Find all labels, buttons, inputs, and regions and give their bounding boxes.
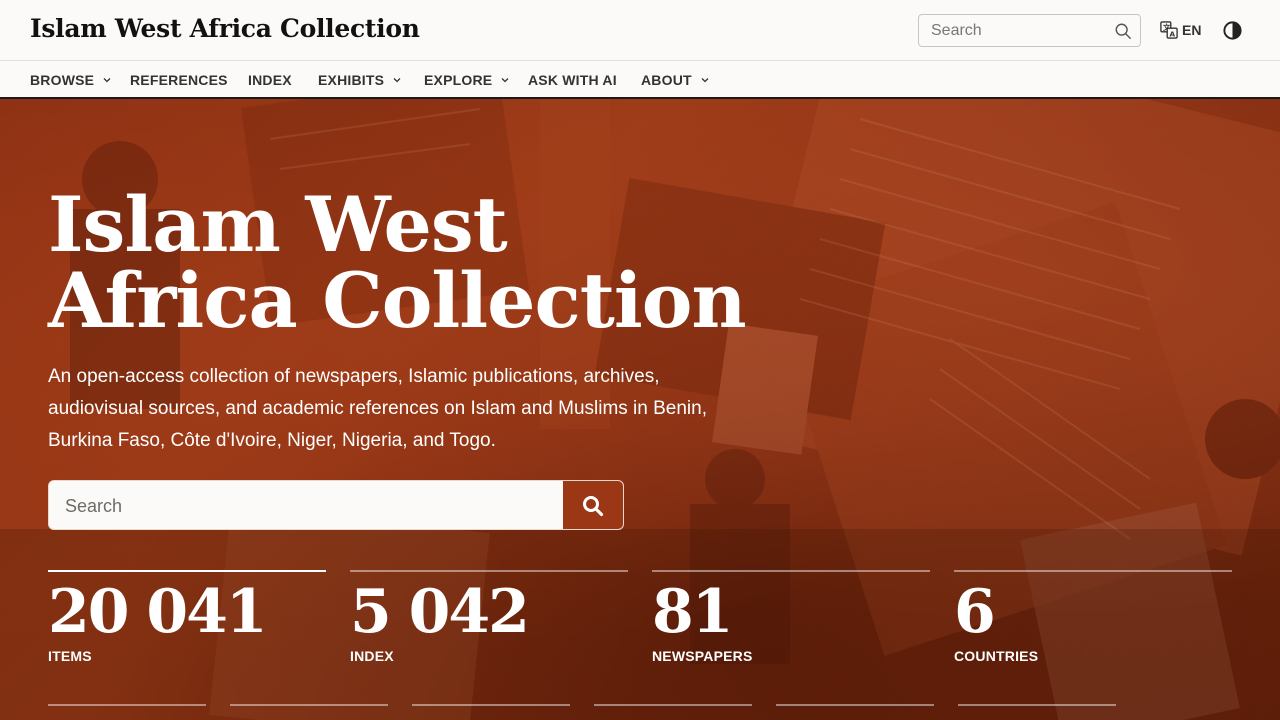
language-switcher[interactable]: 文 A EN	[1160, 20, 1201, 40]
translate-icon: 文 A	[1160, 21, 1178, 39]
header-search[interactable]	[918, 14, 1141, 47]
chevron-down-icon	[501, 78, 509, 83]
stat-secondary	[594, 704, 752, 706]
nav-exhibits-label: EXHIBITS	[318, 72, 385, 88]
hero-search[interactable]	[48, 480, 624, 530]
nav-index[interactable]: INDEX	[248, 71, 292, 89]
nav-explore[interactable]: EXPLORE	[424, 71, 510, 89]
nav-ask-with-ai-label: ASK WITH AI	[528, 72, 617, 88]
stat-countries-value: 6	[954, 577, 996, 647]
site-title[interactable]: Islam West Africa Collection	[30, 14, 420, 43]
nav-ask-with-ai[interactable]: ASK WITH AI	[528, 71, 617, 89]
svg-text:A: A	[1169, 29, 1175, 38]
stat-secondary	[230, 704, 388, 706]
hero-description: An open-access collection of newspapers,…	[48, 366, 707, 451]
header-search-input[interactable]	[931, 21, 1111, 41]
nav-exhibits[interactable]: EXHIBITS	[318, 71, 402, 89]
stat-countries[interactable]: 6 COUNTRIES	[954, 570, 1232, 664]
stat-secondary	[776, 704, 934, 706]
hero-title: Islam West Africa Collection	[48, 187, 808, 339]
stat-secondary	[958, 704, 1116, 706]
contrast-icon[interactable]	[1222, 20, 1243, 41]
hero-title-line2: Africa Collection	[48, 256, 747, 345]
stat-items-label: ITEMS	[48, 648, 92, 664]
nav-browse-label: BROWSE	[30, 72, 95, 88]
stat-secondary	[48, 704, 206, 706]
stat-newspapers-value: 81	[652, 577, 733, 647]
stat-index[interactable]: 5 042 INDEX	[350, 570, 628, 664]
hero-search-input[interactable]	[65, 494, 545, 518]
nav-browse[interactable]: BROWSE	[30, 71, 112, 89]
stat-items[interactable]: 20 041 ITEMS	[48, 570, 326, 664]
stat-newspapers-label: NEWSPAPERS	[652, 648, 753, 664]
stat-countries-label: COUNTRIES	[954, 648, 1039, 664]
hero-title-line1: Islam West	[48, 180, 508, 269]
search-icon[interactable]	[1114, 22, 1132, 40]
nav-references-label: REFERENCES	[130, 72, 228, 88]
nav-explore-label: EXPLORE	[424, 72, 493, 88]
stat-index-value: 5 042	[350, 577, 530, 647]
nav-references[interactable]: REFERENCES	[130, 71, 228, 89]
chevron-down-icon	[701, 78, 709, 83]
nav-about-label: ABOUT	[641, 72, 692, 88]
stat-index-label: INDEX	[350, 648, 394, 664]
hero-section: Islam West Africa Collection An open-acc…	[0, 99, 1280, 720]
chevron-down-icon	[103, 78, 111, 83]
search-icon	[583, 496, 604, 517]
chevron-down-icon	[393, 78, 401, 83]
stat-newspapers[interactable]: 81 NEWSPAPERS	[652, 570, 930, 664]
language-label: EN	[1182, 22, 1202, 38]
hero-search-button[interactable]	[563, 481, 623, 529]
site-header: Islam West Africa Collection 文 A EN	[0, 0, 1280, 61]
nav-index-label: INDEX	[248, 72, 292, 88]
stat-items-value: 20 041	[48, 577, 268, 647]
nav-about[interactable]: ABOUT	[641, 71, 710, 89]
main-nav: BROWSE REFERENCES INDEX EXHIBITS EXPLORE…	[0, 61, 1280, 99]
stat-secondary	[412, 704, 570, 706]
